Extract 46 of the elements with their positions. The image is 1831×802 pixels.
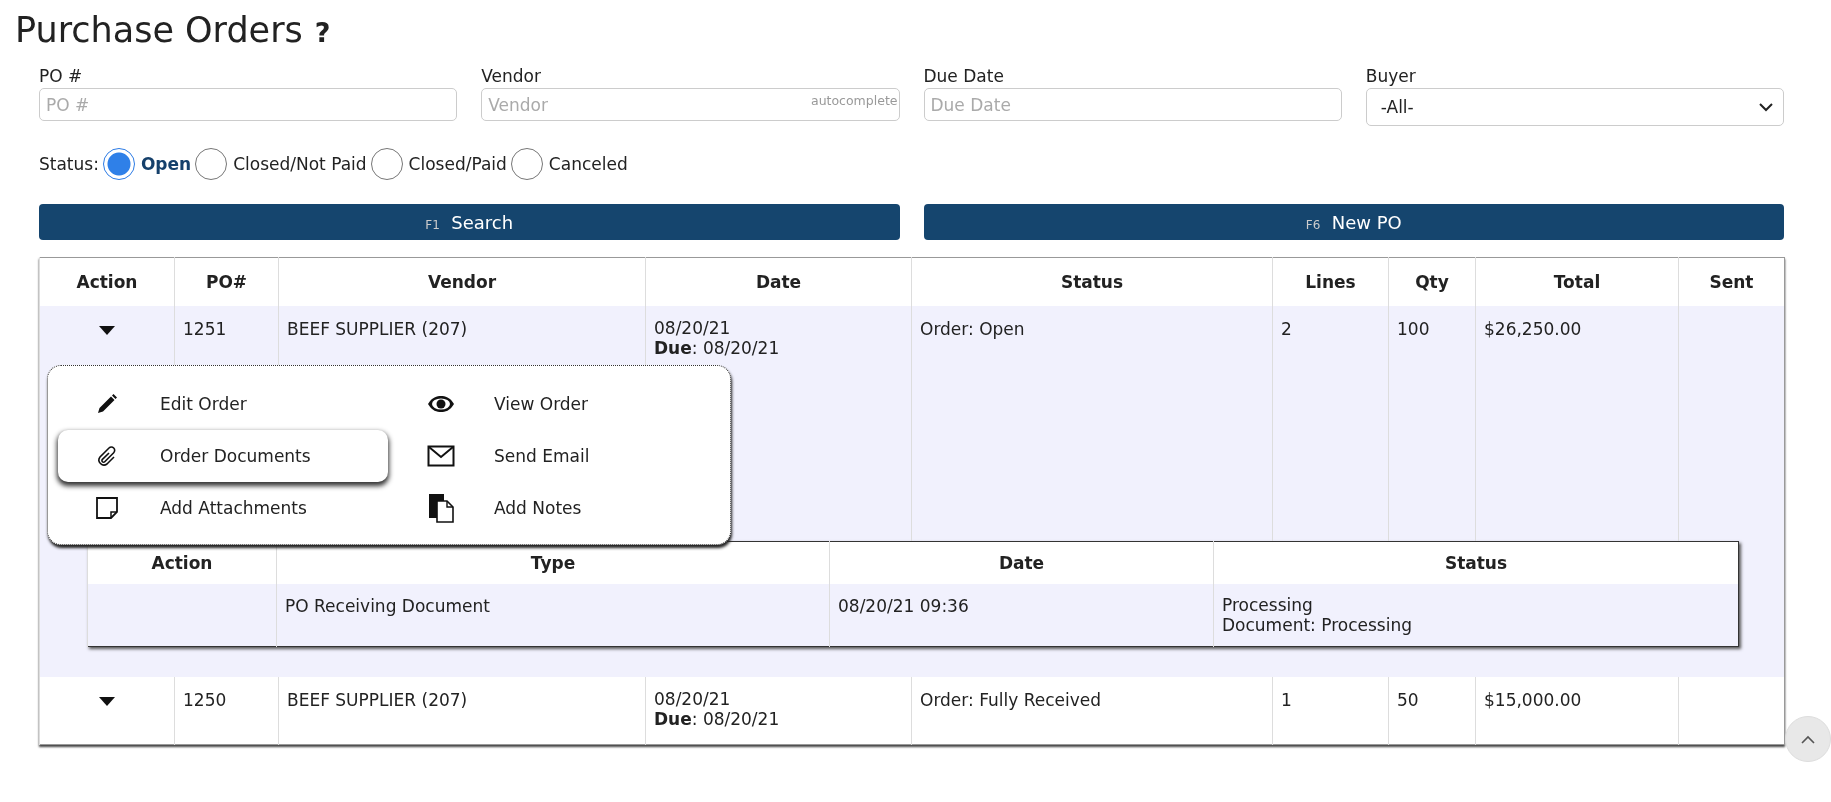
help-icon[interactable]: ? <box>314 17 331 48</box>
documents-icon <box>428 493 454 523</box>
field-label: PO # <box>39 66 84 86</box>
table-cell: BEEF SUPPLIER (207) <box>278 677 646 745</box>
field-label: Due Date <box>923 66 1005 86</box>
chevron-down-icon <box>1759 102 1773 112</box>
table-cell: 1250 <box>174 677 279 745</box>
action-button[interactable]: F1 Search <box>39 204 900 240</box>
table-cell: $15,000.00 <box>1475 677 1679 745</box>
due-date: Due: 08/20/21 <box>654 338 781 359</box>
radio-label: Closed/Paid <box>408 154 507 174</box>
table-cell: 50 <box>1388 677 1476 745</box>
table-cell: 1 <box>1272 677 1389 745</box>
table-cell: Order: Fully Received <box>911 677 1273 745</box>
scroll-top-button[interactable] <box>1785 716 1831 762</box>
status-label: Status: <box>39 154 99 174</box>
field-label: Vendor <box>481 66 542 86</box>
radio-label: Open <box>140 154 192 174</box>
due-date: Due: 08/20/21 <box>654 709 781 730</box>
radio-label: Canceled <box>548 154 628 174</box>
envelope-icon <box>427 445 455 467</box>
caret-down-icon[interactable] <box>99 326 115 335</box>
table-cell: 100 <box>1388 306 1476 541</box>
pencil-icon <box>95 392 119 416</box>
action-button[interactable]: F6 New PO <box>923 204 1784 240</box>
order-date: 08/20/21 <box>654 690 732 710</box>
buyer-select[interactable]: -All- <box>1365 88 1784 126</box>
radio-button[interactable] <box>102 148 135 180</box>
document-status: Document: Processing <box>1222 615 1413 636</box>
table-cell: PO Receiving Document <box>276 584 830 647</box>
table-cell: 08/20/21 09:36 <box>829 584 1214 647</box>
chevron-up-icon <box>1801 734 1815 744</box>
note-icon <box>95 496 119 520</box>
table-cell: $26,250.00 <box>1475 306 1679 541</box>
table-cell: 2 <box>1272 306 1389 541</box>
order-date: 08/20/21 <box>654 319 732 339</box>
eye-icon <box>427 395 455 413</box>
input-field[interactable]: Due Date <box>923 88 1342 121</box>
page-title: Purchase Orders <box>15 10 303 50</box>
autocomplete-hint: autocomplete <box>810 93 898 108</box>
input-field[interactable]: PO # <box>39 88 458 121</box>
field-label: Buyer <box>1365 66 1417 86</box>
radio-label: Closed/Not Paid <box>233 154 367 174</box>
document-status: Processing <box>1222 596 1314 616</box>
table-cell: Order: Open <box>911 306 1273 541</box>
caret-down-icon[interactable] <box>99 697 115 706</box>
